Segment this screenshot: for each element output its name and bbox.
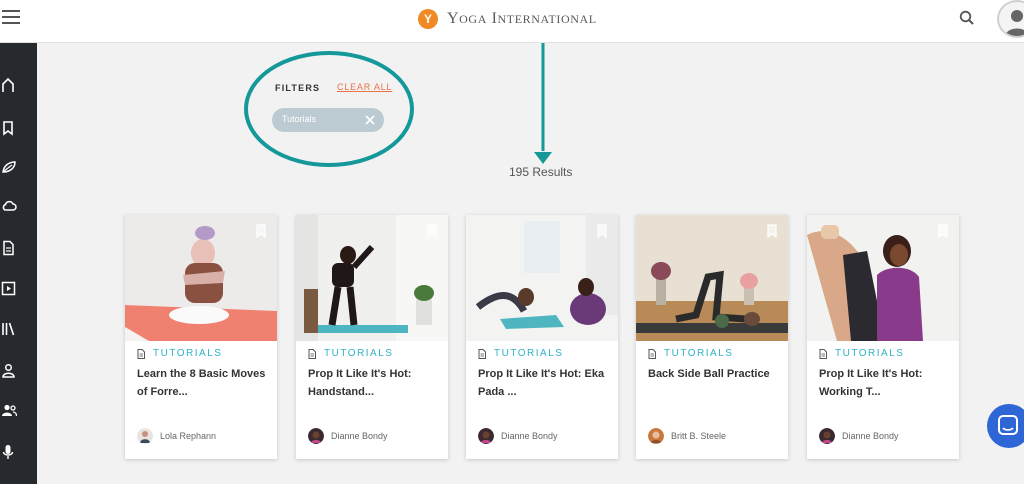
article-icon: [478, 348, 486, 359]
top-bar: Y YOGA INTERNATIONAL: [0, 0, 1024, 43]
card-author[interactable]: Britt B. Steele: [648, 428, 726, 444]
sidebar-item-leaf[interactable]: [0, 152, 37, 182]
card-author[interactable]: Dianne Bondy: [819, 428, 899, 444]
results-count: 195 Results: [509, 165, 573, 179]
search-icon[interactable]: [958, 9, 976, 27]
chat-icon: [998, 415, 1018, 435]
bookmark-icon[interactable]: [427, 224, 437, 238]
card-type-label: TUTORIALS: [153, 348, 223, 359]
content-card[interactable]: TUTORIALS Prop It Like It's Hot: Eka Pad…: [466, 215, 618, 459]
bookmark-icon[interactable]: [767, 224, 777, 238]
bookmark-icon[interactable]: [256, 224, 266, 238]
author-avatar: [648, 428, 664, 444]
card-title[interactable]: Prop It Like It's Hot: Handstand...: [308, 365, 440, 401]
card-thumbnail: [296, 215, 448, 341]
annotation-ellipse: [244, 51, 414, 167]
card-type-label: TUTORIALS: [324, 348, 394, 359]
card-title[interactable]: Back Side Ball Practice: [648, 365, 780, 383]
author-name: Britt B. Steele: [671, 431, 727, 441]
brand-name-first-initial: Y: [447, 10, 460, 27]
sidebar-item-library[interactable]: [0, 313, 37, 343]
annotation-arrow-head: [534, 152, 552, 164]
card-thumbnail: [466, 215, 618, 341]
article-icon: [819, 348, 827, 359]
card-type: TUTORIALS: [478, 348, 563, 359]
sidebar-item-cloud[interactable]: [0, 191, 37, 221]
cloud-icon: [2, 200, 17, 211]
author-avatar: [478, 428, 494, 444]
card-title[interactable]: Prop It Like It's Hot: Eka Pada ...: [478, 365, 610, 401]
yoga-international-logo-icon: Y: [418, 9, 438, 29]
card-thumbnail: [125, 215, 277, 341]
content-card[interactable]: TUTORIALS Prop It Like It's Hot: Working…: [807, 215, 959, 459]
content-card[interactable]: TUTORIALS Learn the 8 Basic Moves of For…: [125, 215, 277, 459]
content-card[interactable]: TUTORIALS Back Side Ball Practice Britt …: [636, 215, 788, 459]
bookmark-icon[interactable]: [938, 224, 948, 238]
sidebar-item-community[interactable]: [0, 395, 37, 425]
bookmark-icon[interactable]: [597, 224, 607, 238]
card-title[interactable]: Prop It Like It's Hot: Working T...: [819, 365, 951, 401]
brand-name-first-rest: OGA: [459, 12, 487, 26]
author-name: Dianne Bondy: [501, 431, 558, 441]
video-icon: [1, 281, 16, 295]
main-content: FILTERS CLEAR ALL Tutorials 195 Results: [37, 43, 1024, 484]
chat-support-button[interactable]: [987, 404, 1024, 448]
brand-name: YOGA INTERNATIONAL: [447, 10, 597, 28]
card-type: TUTORIALS: [648, 348, 733, 359]
sidebar-item-bookmarks[interactable]: [0, 113, 37, 143]
card-thumbnail: [636, 215, 788, 341]
card-type-label: TUTORIALS: [835, 348, 905, 359]
card-author[interactable]: Dianne Bondy: [308, 428, 388, 444]
author-avatar: [137, 428, 153, 444]
card-type-label: TUTORIALS: [494, 348, 564, 359]
microphone-icon: [2, 445, 14, 459]
card-author[interactable]: Lola Rephann: [137, 428, 216, 444]
author-avatar: [308, 428, 324, 444]
card-type-label: TUTORIALS: [664, 348, 734, 359]
sidebar-item-podcasts[interactable]: [0, 437, 37, 467]
author-name: Dianne Bondy: [842, 431, 899, 441]
sidebar-item-videos[interactable]: [0, 273, 37, 303]
person-icon: [2, 363, 15, 378]
sidebar-item-home[interactable]: [0, 70, 37, 100]
user-avatar-icon[interactable]: [997, 0, 1024, 38]
card-type: TUTORIALS: [137, 348, 222, 359]
brand-logo-link[interactable]: Y YOGA INTERNATIONAL: [418, 7, 597, 31]
content-card[interactable]: TUTORIALS Prop It Like It's Hot: Handsta…: [296, 215, 448, 459]
home-icon: [2, 77, 14, 92]
sidebar: [0, 43, 37, 484]
card-thumbnail: [807, 215, 959, 341]
card-type: TUTORIALS: [819, 348, 904, 359]
leaf-icon: [2, 161, 16, 173]
article-icon: [648, 348, 656, 359]
sidebar-item-articles[interactable]: [0, 233, 37, 263]
author-name: Dianne Bondy: [331, 431, 388, 441]
author-avatar: [819, 428, 835, 444]
hamburger-menu-icon[interactable]: [2, 10, 20, 26]
bookmark-icon: [3, 121, 13, 136]
article-icon: [3, 240, 14, 256]
sidebar-item-profile[interactable]: [0, 355, 37, 385]
article-icon: [137, 348, 145, 359]
card-title[interactable]: Learn the 8 Basic Moves of Forre...: [137, 365, 269, 401]
card-type: TUTORIALS: [308, 348, 393, 359]
brand-logo-letter: Y: [423, 12, 432, 26]
author-name: Lola Rephann: [160, 431, 217, 441]
article-icon: [308, 348, 316, 359]
card-author[interactable]: Dianne Bondy: [478, 428, 558, 444]
brand-name-second-rest: NTERNATIONAL: [497, 12, 597, 26]
library-icon: [2, 322, 15, 335]
people-icon: [2, 404, 17, 416]
